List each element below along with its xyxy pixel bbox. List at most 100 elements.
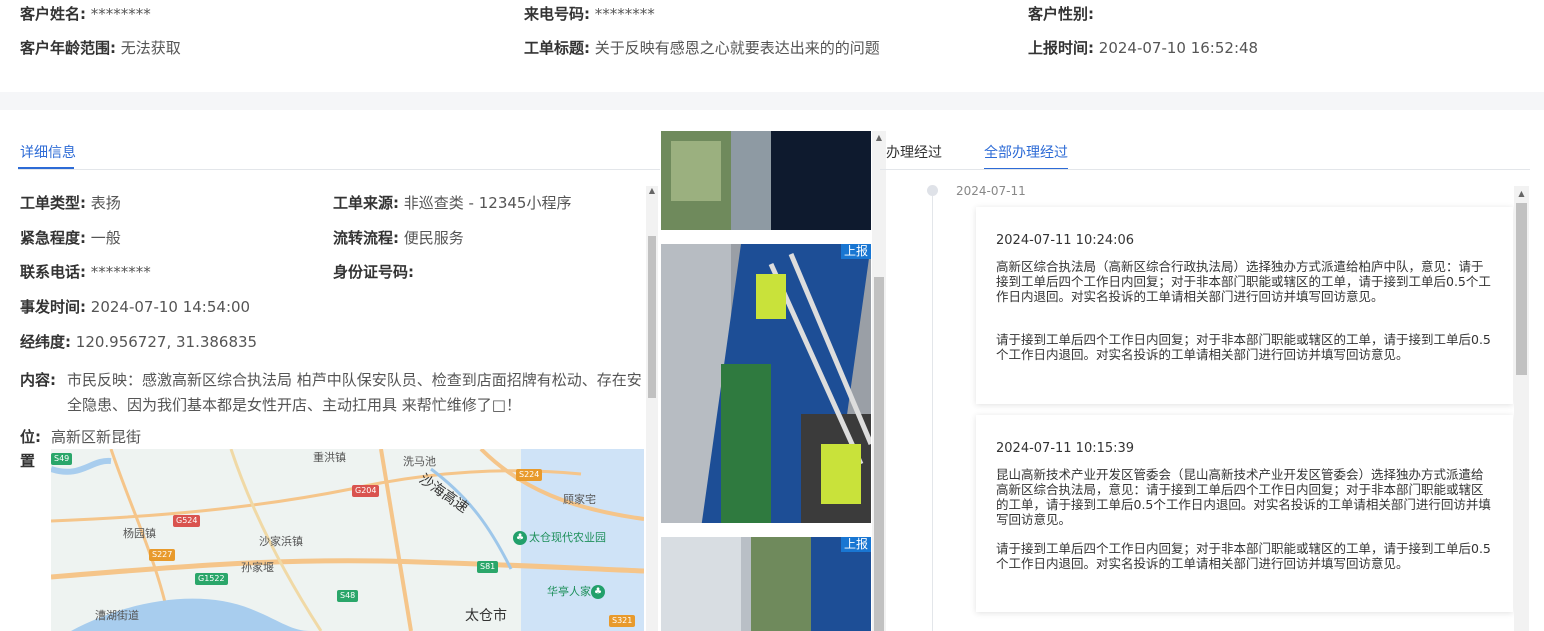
map-label: 杨园镇 [123,527,156,540]
timeline-axis [932,196,933,631]
tabs-divider [880,169,1530,170]
road-badge: G1522 [195,573,228,585]
age-range-label: 客户年龄范围: [20,39,116,57]
map-label: 太仓市 [465,608,507,624]
right-scrollbar-thumb[interactable] [1516,203,1527,375]
content-label: 内容: [20,371,56,389]
id-number-label: 身份证号码: [333,263,414,281]
left-tabs: 详细信息 [0,130,660,172]
customer-name-label: 客户姓名: [20,5,86,23]
location-map[interactable]: 重洪镇 洗马池 沙海高速 杨园镇 沙家浜镇 孙家堰 漕湖街道 太仓市 顾家宅 G… [51,449,644,631]
scroll-up-arrow-icon[interactable]: ▲ [646,186,658,198]
poi-marker[interactable]: 华亭人家 ♣ [547,583,607,599]
poi-marker[interactable]: ♣ 太仓现代农业园 [513,529,606,545]
timeline-card: 2024-07-11 10:15:39 昆山高新技术产业开发区管委会（昆山高新技… [976,415,1513,612]
report-photo[interactable]: 上报 [661,244,871,523]
customer-info-header: 客户姓名: ******** 来电号码: ******** 客户性别: 客户年龄… [0,0,1544,92]
timeline-date: 2024-07-11 [956,184,1026,198]
report-photo[interactable] [661,131,871,230]
road-badge: G524 [173,515,201,527]
report-photo[interactable]: 上报 [661,537,871,631]
ticket-source-value: 非巡查类 - 12345小程序 [403,194,572,212]
ticket-type-value: 表扬 [90,194,121,212]
location-label-wrap: 位: [20,427,41,447]
event-time-field: 事发时间: 2024-07-10 14:54:00 [20,297,250,317]
caller-number-field: 来电号码: ******** [524,4,655,24]
customer-name-field: 客户姓名: ******** [20,4,151,24]
coords-field: 经纬度: 120.956727, 31.386835 [20,332,257,352]
timeline-entry-note: 请于接到工单后四个工作日内回复；对于非本部门职能或辖区的工单，请于接到工单后0.… [996,541,1491,571]
map-label: 重洪镇 [313,451,346,464]
coords-label: 经纬度: [20,333,71,351]
timeline-entry-text: 昆山高新技术产业开发区管委会（昆山高新技术产业开发区管委会）选择独办方式派遣给高… [996,467,1491,527]
location-label: 位: [20,428,41,446]
road-badge: S224 [516,469,543,481]
timeline-entry-text: 高新区综合执法局（高新区综合行政执法局）选择独办方式派遣给柏庐中队，意见：请于接… [996,259,1491,304]
park-icon: ♣ [591,585,605,599]
road-badge: S49 [51,453,73,465]
report-time-label: 上报时间: [1028,39,1094,57]
urgency-label: 紧急程度: [20,229,86,247]
location-value: 高新区新昆街 [51,428,142,446]
road-badge: S321 [609,615,636,627]
ticket-type-field: 工单类型: 表扬 [20,193,121,213]
photo-scrollbar-thumb[interactable] [874,277,884,631]
park-icon: ♣ [513,531,527,545]
photo-tag: 上报 [840,537,871,552]
road-badge: S81 [477,561,499,573]
flow-field: 流转流程: 便民服务 [333,228,464,248]
gender-label: 客户性别: [1028,5,1094,23]
ticket-source-label: 工单来源: [333,194,399,212]
photo-image [661,537,871,631]
tabs-divider [18,169,660,170]
photo-image [661,131,871,230]
map-label: 漕湖街道 [95,609,139,622]
urgency-field: 紧急程度: 一般 [20,228,121,248]
report-time-field: 上报时间: 2024-07-10 16:52:48 [1028,38,1258,58]
timeline-entry-time: 2024-07-11 10:24:06 [996,233,1135,248]
tab-process[interactable]: 办理经过 [886,142,942,162]
id-number-field: 身份证号码: [333,262,414,282]
photo-image [661,244,871,523]
ticket-title-value: 关于反映有感恩之心就要表达出来的的问题 [594,39,880,57]
age-range-value: 无法获取 [120,39,181,57]
caller-number-label: 来电号码: [524,5,590,23]
tab-detail-info[interactable]: 详细信息 [20,142,76,162]
content-value: 市民反映：感激高新区综合执法局 柏芦中队保安队员、检查到店面招牌有松动、存在安全… [67,371,642,414]
tab-all-process[interactable]: 全部办理经过 [984,142,1068,162]
event-time-value: 2024-07-10 14:54:00 [90,298,251,316]
map-label: 顾家宅 [563,493,596,506]
timeline-dot [927,185,938,196]
scroll-up-arrow-icon[interactable]: ▲ [872,131,886,145]
flow-value: 便民服务 [403,229,464,247]
timeline-card: 2024-07-11 10:24:06 高新区综合执法局（高新区综合行政执法局）… [976,207,1513,404]
map-label: 沙家浜镇 [259,535,303,548]
ticket-title-label: 工单标题: [524,39,590,57]
road-badge: G204 [352,485,380,497]
event-time-label: 事发时间: [20,298,86,316]
map-label: 洗马池 [403,455,436,468]
photo-tag: 上报 [840,244,871,259]
customer-name-value: ******** [90,5,151,23]
report-time-value: 2024-07-10 16:52:48 [1098,39,1259,57]
coords-value: 120.956727, 31.386835 [75,333,258,351]
location-value-wrap: 高新区新昆街 [51,427,141,447]
poi-label: 华亭人家 [547,585,591,598]
caller-number-value: ******** [594,5,655,23]
road-badge: S227 [149,549,176,561]
ticket-source-field: 工单来源: 非巡查类 - 12345小程序 [333,193,571,213]
left-scrollbar-thumb[interactable] [648,236,656,398]
location-label-2: 置 [20,452,36,470]
section-divider [0,92,1544,110]
contact-phone-value: ******** [90,263,151,281]
ticket-title-field: 工单标题: 关于反映有感恩之心就要表达出来的的问题 [524,38,880,58]
contact-phone-label: 联系电话: [20,263,86,281]
contact-phone-field: 联系电话: ******** [20,262,151,282]
scroll-up-arrow-icon[interactable]: ▲ [1514,186,1529,201]
age-range-field: 客户年龄范围: 无法获取 [20,38,181,58]
content-label-wrap: 内容: [20,370,56,390]
flow-label: 流转流程: [333,229,399,247]
location-label-2-wrap: 置 [20,451,35,471]
ticket-type-label: 工单类型: [20,194,86,212]
poi-label: 太仓现代农业园 [529,531,606,544]
